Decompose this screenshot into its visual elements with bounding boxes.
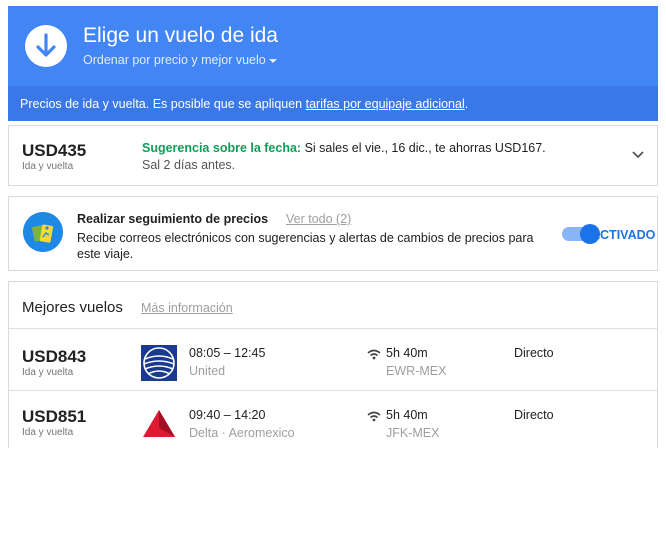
best-flights-card: Mejores vuelos Más información USD843 Id… (8, 281, 658, 448)
sort-dropdown[interactable]: Ordenar por precio y mejor vuelo (83, 53, 277, 67)
flight-duration: 5h 40m (386, 346, 428, 360)
best-flights-title: Mejores vuelos (22, 299, 123, 316)
baggage-fees-link[interactable]: tarifas por equipaje adicional (306, 97, 465, 111)
flight-price-sub: Ida y vuelta (22, 427, 74, 438)
sort-label: Ordenar por precio y mejor vuelo (83, 53, 266, 67)
suggestion-line2: Sal 2 días antes. (142, 158, 236, 172)
suggestion-heading: Sugerencia sobre la fecha: (142, 141, 302, 155)
delta-logo-icon (141, 407, 177, 443)
suggestion-price-sub: Ida y vuelta (22, 161, 74, 172)
price-tag-icon (23, 212, 63, 252)
flight-row[interactable]: USD843 Ida y vuelta 08:05 – 12:45 United… (9, 329, 657, 391)
flight-stops: Directo (514, 408, 554, 422)
page-header: Elige un vuelo de ida Ordenar por precio… (8, 6, 658, 86)
pricing-notice: Precios de ida y vuelta. Es posible que … (8, 86, 658, 121)
flight-duration: 5h 40m (386, 408, 428, 422)
caret-down-icon (268, 58, 277, 63)
flight-airline: United (189, 364, 226, 378)
flight-stops: Directo (514, 346, 554, 360)
arrow-down-circle-icon (25, 25, 67, 67)
flight-route: JFK-MEX (386, 426, 440, 440)
tracking-toggle[interactable] (562, 224, 600, 244)
chevron-down-icon[interactable] (631, 147, 645, 165)
tracking-description: Recibe correos electrónicos con sugerenc… (77, 231, 534, 261)
flight-times: 08:05 – 12:45 (189, 346, 266, 360)
flight-route: EWR-MEX (386, 364, 447, 378)
more-info-link[interactable]: Más información (141, 301, 233, 315)
view-all-link[interactable]: Ver todo (2) (286, 212, 351, 226)
toggle-label: ACTIVADO (591, 228, 656, 242)
wifi-icon (367, 347, 381, 365)
wifi-icon (367, 409, 381, 427)
flight-price: USD843 (22, 347, 87, 366)
suggestion-text: Sugerencia sobre la fecha: Si sales el v… (142, 141, 546, 155)
flight-airline: Delta · Aeromexico (189, 426, 295, 440)
flight-price: USD851 (22, 407, 87, 426)
notice-text: Precios de ida y vuelta. Es posible que … (20, 97, 306, 111)
notice-suffix: . (464, 97, 469, 111)
suggestion-detail: Si sales el vie., 16 dic., te ahorras US… (301, 141, 546, 155)
tracking-title: Realizar seguimiento de precios (77, 212, 269, 226)
united-logo-icon (141, 345, 177, 381)
flight-row[interactable]: USD851 Ida y vuelta 09:40 – 14:20 Delta … (9, 391, 657, 451)
suggestion-price: USD435 (22, 141, 87, 160)
page-title: Elige un vuelo de ida (83, 24, 278, 47)
date-suggestion-card[interactable]: USD435 Ida y vuelta Sugerencia sobre la … (8, 125, 658, 186)
price-tracking-card: Realizar seguimiento de precios Ver todo… (8, 196, 658, 271)
flight-times: 09:40 – 14:20 (189, 408, 266, 422)
flight-price-sub: Ida y vuelta (22, 367, 74, 378)
